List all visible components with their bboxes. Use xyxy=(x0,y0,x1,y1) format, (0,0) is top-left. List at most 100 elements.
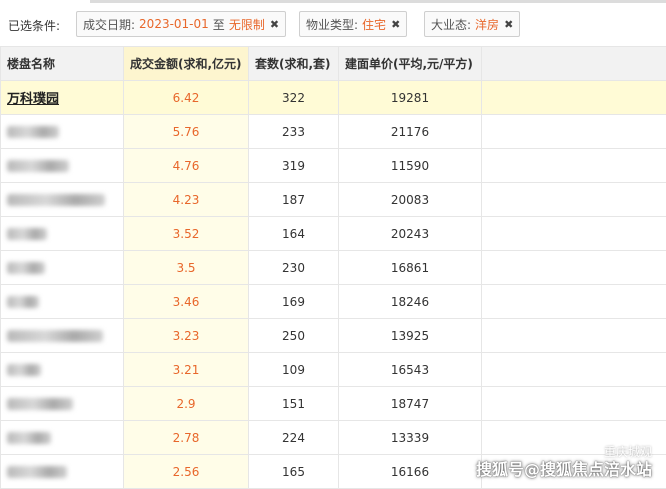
filter-chip-category[interactable]: 大业态: 洋房 ✖ xyxy=(424,11,520,37)
cell-name-redacted xyxy=(1,353,124,387)
table-row[interactable]: 3.46 169 18246 xyxy=(1,285,666,319)
table-row[interactable]: 5.76 233 21176 xyxy=(1,115,666,149)
cell-price: 13339 xyxy=(339,421,482,455)
cell-units: 164 xyxy=(249,217,339,251)
chip-label: 物业类型: xyxy=(306,16,358,33)
cell-units: 224 xyxy=(249,421,339,455)
cell-price: 18747 xyxy=(339,387,482,421)
cell-name-redacted xyxy=(1,251,124,285)
cell-name[interactable]: 万科璞园 xyxy=(1,81,124,115)
cell-name-redacted xyxy=(1,421,124,455)
cell-amount: 2.78 xyxy=(124,421,249,455)
cell-amount: 3.5 xyxy=(124,251,249,285)
cell-empty xyxy=(482,387,666,421)
cell-price: 20243 xyxy=(339,217,482,251)
watermark: 搜狐号@搜狐焦点涪水站 xyxy=(476,456,652,480)
cell-amount: 4.76 xyxy=(124,149,249,183)
redacted-text xyxy=(7,194,105,206)
chip-value-from: 2023-01-01 xyxy=(139,17,209,31)
cell-empty xyxy=(482,115,666,149)
table-row[interactable]: 万科璞园 6.42 322 19281 xyxy=(1,81,666,115)
redacted-text xyxy=(7,228,47,240)
table-row[interactable]: 4.23 187 20083 xyxy=(1,183,666,217)
cell-units: 165 xyxy=(249,455,339,489)
filter-bar: 已选条件: 成交日期: 2023-01-01 至 无限制 ✖ 物业类型: 住宅 … xyxy=(0,0,666,46)
cell-price: 21176 xyxy=(339,115,482,149)
cell-amount: 2.9 xyxy=(124,387,249,421)
close-icon[interactable]: ✖ xyxy=(504,18,513,31)
filter-chip-property-type[interactable]: 物业类型: 住宅 ✖ xyxy=(299,11,407,37)
cell-name-redacted xyxy=(1,387,124,421)
table-row[interactable]: 3.5 230 16861 xyxy=(1,251,666,285)
cell-price: 16166 xyxy=(339,455,482,489)
cell-units: 151 xyxy=(249,387,339,421)
cell-units: 230 xyxy=(249,251,339,285)
cell-name-redacted xyxy=(1,455,124,489)
redacted-text xyxy=(7,160,69,172)
cell-amount: 4.23 xyxy=(124,183,249,217)
cell-price: 19281 xyxy=(339,81,482,115)
cell-empty xyxy=(482,149,666,183)
table-row[interactable]: 3.23 250 13925 xyxy=(1,319,666,353)
redacted-text xyxy=(7,296,39,308)
chip-separator: 至 xyxy=(213,16,225,33)
cell-name-redacted xyxy=(1,285,124,319)
column-header-units[interactable]: 套数(求和,套) xyxy=(249,47,339,81)
filter-chip-date[interactable]: 成交日期: 2023-01-01 至 无限制 ✖ xyxy=(76,11,286,37)
cell-units: 250 xyxy=(249,319,339,353)
redacted-text xyxy=(7,330,103,342)
redacted-text xyxy=(7,466,67,478)
column-header-empty xyxy=(482,47,666,81)
cell-name-redacted xyxy=(1,183,124,217)
cell-units: 187 xyxy=(249,183,339,217)
table-row[interactable]: 3.21 109 16543 xyxy=(1,353,666,387)
column-header-amount[interactable]: 成交金额(求和,亿元) xyxy=(124,47,249,81)
cell-units: 322 xyxy=(249,81,339,115)
cell-empty xyxy=(482,251,666,285)
cell-name-redacted xyxy=(1,217,124,251)
cell-name-redacted xyxy=(1,115,124,149)
cell-units: 233 xyxy=(249,115,339,149)
redacted-text xyxy=(7,262,45,274)
chip-label: 大业态: xyxy=(431,16,471,33)
cell-units: 319 xyxy=(249,149,339,183)
table-row[interactable]: 2.78 224 13339 xyxy=(1,421,666,455)
cell-amount: 3.46 xyxy=(124,285,249,319)
table-row[interactable]: 3.52 164 20243 xyxy=(1,217,666,251)
cell-price: 13925 xyxy=(339,319,482,353)
cell-price: 18246 xyxy=(339,285,482,319)
cell-amount: 3.21 xyxy=(124,353,249,387)
filter-title: 已选条件: xyxy=(8,17,60,34)
cell-amount: 3.52 xyxy=(124,217,249,251)
redacted-text xyxy=(7,126,59,138)
chip-value-to: 无限制 xyxy=(229,16,265,33)
cell-units: 169 xyxy=(249,285,339,319)
table-row[interactable]: 2.9 151 18747 xyxy=(1,387,666,421)
cell-name-redacted xyxy=(1,319,124,353)
divider xyxy=(90,0,666,3)
close-icon[interactable]: ✖ xyxy=(270,18,279,31)
cell-price: 16861 xyxy=(339,251,482,285)
chip-value: 洋房 xyxy=(475,16,499,33)
cell-amount: 5.76 xyxy=(124,115,249,149)
redacted-text xyxy=(7,398,73,410)
column-header-price[interactable]: 建面单价(平均,元/平方) xyxy=(339,47,482,81)
cell-amount: 6.42 xyxy=(124,81,249,115)
table-row[interactable]: 4.76 319 11590 xyxy=(1,149,666,183)
data-table: 楼盘名称 成交金额(求和,亿元) 套数(求和,套) 建面单价(平均,元/平方) … xyxy=(0,46,666,489)
chip-value: 住宅 xyxy=(362,16,386,33)
project-link[interactable]: 万科璞园 xyxy=(7,92,59,107)
cell-empty xyxy=(482,353,666,387)
cell-price: 16543 xyxy=(339,353,482,387)
cell-empty xyxy=(482,285,666,319)
table-header-row: 楼盘名称 成交金额(求和,亿元) 套数(求和,套) 建面单价(平均,元/平方) xyxy=(1,47,666,81)
close-icon[interactable]: ✖ xyxy=(391,18,400,31)
cell-name-redacted xyxy=(1,149,124,183)
cell-units: 109 xyxy=(249,353,339,387)
redacted-text xyxy=(7,432,51,444)
redacted-text xyxy=(7,364,41,376)
cell-amount: 3.23 xyxy=(124,319,249,353)
column-header-name[interactable]: 楼盘名称 xyxy=(1,47,124,81)
cell-amount: 2.56 xyxy=(124,455,249,489)
cell-empty xyxy=(482,81,666,115)
